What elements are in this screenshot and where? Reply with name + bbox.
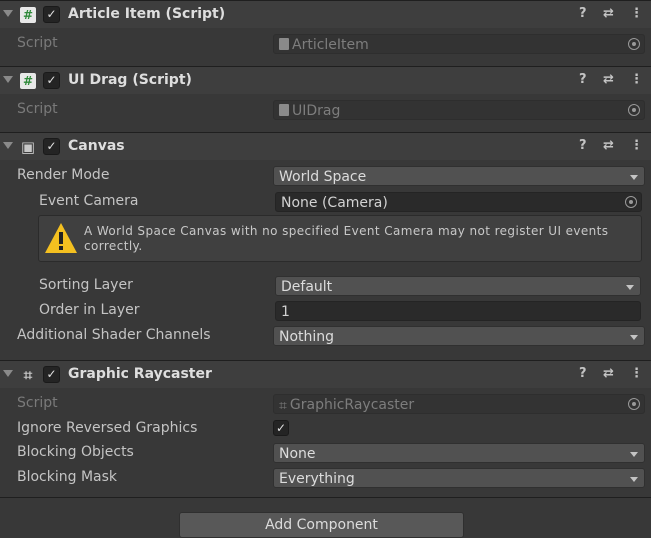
foldout-icon[interactable] xyxy=(3,10,13,17)
raycaster-small-icon: ⌗ xyxy=(279,398,287,414)
help-icon[interactable]: ? xyxy=(579,366,587,381)
preset-icon[interactable]: ⇄ xyxy=(603,366,614,381)
foldout-icon[interactable] xyxy=(3,76,13,83)
script-value: UIDrag xyxy=(292,103,341,119)
blocking-mask-value: Everything xyxy=(279,471,355,487)
script-field[interactable]: ⌗ GraphicRaycaster xyxy=(273,394,645,414)
order-in-layer-input[interactable]: 1 xyxy=(275,301,641,321)
order-in-layer-value: 1 xyxy=(281,304,290,320)
script-value: ArticleItem xyxy=(292,37,369,53)
canvas-icon: ▣ xyxy=(20,138,36,156)
enable-checkbox[interactable]: ✓ xyxy=(43,138,60,155)
component-title: Article Item (Script) xyxy=(68,6,226,22)
shader-channels-value: Nothing xyxy=(279,329,335,345)
raycaster-icon: ⌗ xyxy=(23,366,33,384)
blocking-mask-dropdown[interactable]: Everything xyxy=(273,468,645,488)
object-picker-icon[interactable] xyxy=(628,104,640,116)
event-camera-value: None (Camera) xyxy=(281,195,388,211)
preset-icon[interactable]: ⇄ xyxy=(603,138,614,153)
script-label: Script xyxy=(17,35,58,51)
render-mode-label: Render Mode xyxy=(17,167,110,183)
object-picker-icon[interactable] xyxy=(628,398,640,410)
ignore-reversed-checkbox[interactable]: ✓ xyxy=(273,420,289,436)
component-header-ui-drag[interactable]: # ✓ UI Drag (Script) ? ⇄ ⋮ xyxy=(0,66,651,94)
foldout-icon[interactable] xyxy=(3,142,13,149)
component-title: UI Drag (Script) xyxy=(68,72,192,88)
blocking-objects-value: None xyxy=(279,446,316,462)
blocking-objects-label: Blocking Objects xyxy=(17,444,134,460)
preset-icon[interactable]: ⇄ xyxy=(603,6,614,21)
component-header-article-item[interactable]: # ✓ Article Item (Script) ? ⇄ ⋮ xyxy=(0,0,651,28)
sorting-layer-dropdown[interactable]: Default xyxy=(275,276,641,296)
chevron-down-icon xyxy=(630,335,638,340)
add-component-button[interactable]: Add Component xyxy=(179,512,464,538)
help-icon[interactable]: ? xyxy=(579,72,587,87)
script-file-icon xyxy=(279,38,289,50)
foldout-icon[interactable] xyxy=(3,370,13,377)
component-header-canvas[interactable]: ▣ ✓ Canvas ? ⇄ ⋮ xyxy=(0,132,651,160)
event-camera-field[interactable]: None (Camera) xyxy=(275,192,642,212)
blocking-mask-label: Blocking Mask xyxy=(17,469,118,485)
chevron-down-icon xyxy=(626,285,634,290)
component-header-graphic-raycaster[interactable]: ⌗ ✓ Graphic Raycaster ? ⇄ ⋮ xyxy=(0,360,651,388)
chevron-down-icon xyxy=(630,452,638,457)
more-icon[interactable]: ⋮ xyxy=(630,72,643,87)
script-field[interactable]: UIDrag xyxy=(273,100,645,120)
help-icon[interactable]: ? xyxy=(579,138,587,153)
sorting-layer-value: Default xyxy=(281,279,333,295)
event-camera-label: Event Camera xyxy=(39,193,139,209)
script-label: Script xyxy=(17,101,58,117)
script-icon: # xyxy=(20,73,36,89)
chevron-down-icon xyxy=(630,477,638,482)
sorting-layer-label: Sorting Layer xyxy=(39,277,133,293)
chevron-down-icon xyxy=(630,175,638,180)
shader-channels-dropdown[interactable]: Nothing xyxy=(273,326,645,346)
render-mode-value: World Space xyxy=(279,169,367,185)
shader-channels-label: Additional Shader Channels xyxy=(17,327,211,343)
more-icon[interactable]: ⋮ xyxy=(630,6,643,21)
render-mode-dropdown[interactable]: World Space xyxy=(273,166,645,186)
script-label: Script xyxy=(17,395,58,411)
script-file-icon xyxy=(279,104,289,116)
enable-checkbox[interactable]: ✓ xyxy=(43,366,60,383)
warning-icon xyxy=(45,223,77,253)
object-picker-icon[interactable] xyxy=(628,38,640,50)
order-in-layer-label: Order in Layer xyxy=(39,302,140,318)
enable-checkbox[interactable]: ✓ xyxy=(43,72,60,89)
script-value: GraphicRaycaster xyxy=(289,397,415,413)
object-picker-icon[interactable] xyxy=(625,196,637,208)
divider xyxy=(0,497,651,498)
component-title: Graphic Raycaster xyxy=(68,366,212,382)
enable-checkbox[interactable]: ✓ xyxy=(43,6,60,23)
script-field[interactable]: ArticleItem xyxy=(273,34,645,54)
help-icon[interactable]: ? xyxy=(579,6,587,21)
ignore-reversed-label: Ignore Reversed Graphics xyxy=(17,420,198,436)
more-icon[interactable]: ⋮ xyxy=(630,138,643,153)
warning-helpbox: A World Space Canvas with no specified E… xyxy=(38,215,642,262)
component-title: Canvas xyxy=(68,138,125,154)
more-icon[interactable]: ⋮ xyxy=(630,366,643,381)
script-icon: # xyxy=(20,7,36,23)
preset-icon[interactable]: ⇄ xyxy=(603,72,614,87)
blocking-objects-dropdown[interactable]: None xyxy=(273,443,645,463)
warning-text: A World Space Canvas with no specified E… xyxy=(84,224,609,253)
